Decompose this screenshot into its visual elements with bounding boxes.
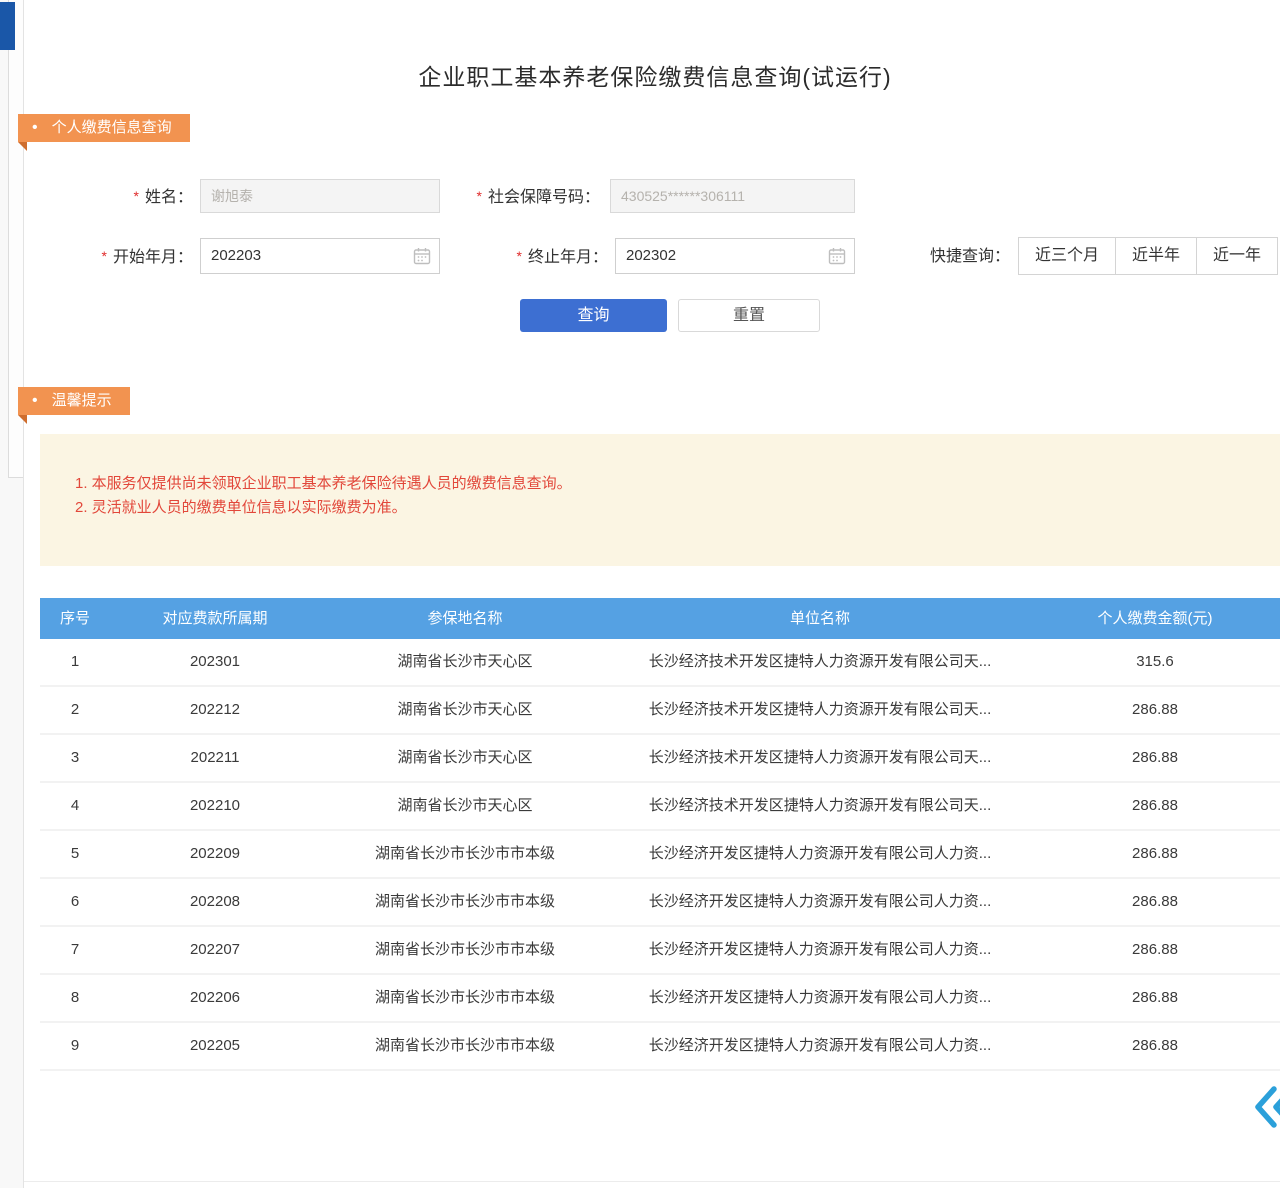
collapse-double-chevron-icon[interactable]: [1252, 1084, 1280, 1130]
name-label: *姓名：: [60, 178, 193, 214]
table-row: 8 202206 湖南省长沙市长沙市市本级 长沙经济开发区捷特人力资源开发有限公…: [40, 975, 1280, 1023]
cell-amount: 286.88: [1030, 879, 1280, 925]
calendar-icon[interactable]: [828, 247, 846, 265]
cell-unit-name: 长沙经济技术开发区捷特人力资源开发有限公司天...: [610, 735, 1030, 781]
calendar-icon[interactable]: [413, 247, 431, 265]
quick-btn-half-year[interactable]: 近半年: [1115, 237, 1197, 275]
cell-seq: 1: [40, 639, 110, 685]
badge-label: 个人缴费信息查询: [52, 119, 172, 136]
cell-insured-place: 湖南省长沙市长沙市市本级: [320, 927, 610, 973]
page-title: 企业职工基本养老保险缴费信息查询(试运行): [30, 58, 1280, 92]
cell-unit-name: 长沙经济技术开发区捷特人力资源开发有限公司天...: [610, 783, 1030, 829]
cell-period: 202206: [110, 975, 320, 1021]
header-seq: 序号: [40, 598, 110, 639]
required-mark: *: [517, 248, 522, 264]
cell-period: 202210: [110, 783, 320, 829]
table-row: 6 202208 湖南省长沙市长沙市市本级 长沙经济开发区捷特人力资源开发有限公…: [40, 879, 1280, 927]
tip-line: 2. 灵活就业人员的缴费单位信息以实际缴费为准。: [75, 496, 1280, 520]
tip-line: 1. 本服务仅提供尚未领取企业职工基本养老保险待遇人员的缴费信息查询。: [75, 472, 1280, 496]
table-header-row: 序号 对应费款所属期 参保地名称 单位名称 个人缴费金额(元): [40, 598, 1280, 639]
cell-insured-place: 湖南省长沙市天心区: [320, 639, 610, 685]
cell-amount: 286.88: [1030, 831, 1280, 877]
end-date-field[interactable]: 202302: [615, 238, 855, 274]
results-table: 序号 对应费款所属期 参保地名称 单位名称 个人缴费金额(元) 1 202301…: [40, 598, 1280, 1071]
section-badge-personal-query: • 个人缴费信息查询: [18, 114, 190, 142]
header-period: 对应费款所属期: [110, 598, 320, 639]
cell-insured-place: 湖南省长沙市长沙市市本级: [320, 975, 610, 1021]
table-row: 3 202211 湖南省长沙市天心区 长沙经济技术开发区捷特人力资源开发有限公司…: [40, 735, 1280, 783]
table-row: 5 202209 湖南省长沙市长沙市市本级 长沙经济开发区捷特人力资源开发有限公…: [40, 831, 1280, 879]
quick-btn-one-year[interactable]: 近一年: [1196, 237, 1278, 275]
cell-amount: 286.88: [1030, 1023, 1280, 1069]
reset-button[interactable]: 重置: [678, 299, 820, 332]
query-button[interactable]: 查询: [520, 299, 667, 332]
cell-insured-place: 湖南省长沙市长沙市市本级: [320, 831, 610, 877]
table-row: 1 202301 湖南省长沙市天心区 长沙经济技术开发区捷特人力资源开发有限公司…: [40, 639, 1280, 687]
sidebar-blue-tab[interactable]: [0, 2, 15, 50]
cell-period: 202208: [110, 879, 320, 925]
badge-bullet: •: [32, 114, 38, 142]
cell-unit-name: 长沙经济开发区捷特人力资源开发有限公司人力资...: [610, 975, 1030, 1021]
cell-period: 202209: [110, 831, 320, 877]
start-date-field[interactable]: 202203: [200, 238, 440, 274]
cell-period: 202212: [110, 687, 320, 733]
ssn-label: *社会保障号码：: [455, 178, 600, 214]
cell-unit-name: 长沙经济开发区捷特人力资源开发有限公司人力资...: [610, 831, 1030, 877]
cell-period: 202301: [110, 639, 320, 685]
panel-bottom-border: [24, 1181, 1280, 1182]
cell-period: 202211: [110, 735, 320, 781]
cell-seq: 6: [40, 879, 110, 925]
table-row: 2 202212 湖南省长沙市天心区 长沙经济技术开发区捷特人力资源开发有限公司…: [40, 687, 1280, 735]
ssn-field[interactable]: 430525******306111: [610, 179, 855, 213]
badge-label: 温馨提示: [52, 392, 112, 409]
cell-amount: 286.88: [1030, 735, 1280, 781]
cell-insured-place: 湖南省长沙市天心区: [320, 735, 610, 781]
cell-insured-place: 湖南省长沙市天心区: [320, 783, 610, 829]
cell-amount: 286.88: [1030, 975, 1280, 1021]
cell-unit-name: 长沙经济开发区捷特人力资源开发有限公司人力资...: [610, 927, 1030, 973]
cell-unit-name: 长沙经济开发区捷特人力资源开发有限公司人力资...: [610, 879, 1030, 925]
quick-query-group: 近三个月 近半年 近一年: [1018, 237, 1278, 275]
header-amount: 个人缴费金额(元): [1030, 598, 1280, 639]
quick-btn-last-3-months[interactable]: 近三个月: [1018, 237, 1116, 275]
end-date-label: *终止年月：: [470, 238, 608, 274]
name-field[interactable]: 谢旭泰: [200, 179, 440, 213]
cell-seq: 3: [40, 735, 110, 781]
pension-query-page: 企业职工基本养老保险缴费信息查询(试运行) • 个人缴费信息查询 *姓名： 谢旭泰…: [0, 0, 1280, 1188]
cell-insured-place: 湖南省长沙市长沙市市本级: [320, 1023, 610, 1069]
cell-period: 202207: [110, 927, 320, 973]
header-insured-place: 参保地名称: [320, 598, 610, 639]
cell-unit-name: 长沙经济技术开发区捷特人力资源开发有限公司天...: [610, 687, 1030, 733]
cell-seq: 9: [40, 1023, 110, 1069]
required-mark: *: [102, 248, 107, 264]
cell-insured-place: 湖南省长沙市长沙市市本级: [320, 879, 610, 925]
tips-panel: 1. 本服务仅提供尚未领取企业职工基本养老保险待遇人员的缴费信息查询。 2. 灵…: [40, 434, 1280, 566]
cell-seq: 2: [40, 687, 110, 733]
required-mark: *: [134, 188, 139, 204]
cell-seq: 8: [40, 975, 110, 1021]
cell-insured-place: 湖南省长沙市天心区: [320, 687, 610, 733]
cell-amount: 315.6: [1030, 639, 1280, 685]
cell-amount: 286.88: [1030, 783, 1280, 829]
header-unit-name: 单位名称: [610, 598, 1030, 639]
table-row: 9 202205 湖南省长沙市长沙市市本级 长沙经济开发区捷特人力资源开发有限公…: [40, 1023, 1280, 1071]
required-mark: *: [477, 188, 482, 204]
cell-seq: 5: [40, 831, 110, 877]
badge-bullet: •: [32, 387, 38, 415]
section-badge-tips: • 温馨提示: [18, 387, 130, 415]
start-date-label: *开始年月：: [60, 238, 193, 274]
cell-amount: 286.88: [1030, 927, 1280, 973]
cell-seq: 4: [40, 783, 110, 829]
quick-query-label: 快捷查询：: [930, 238, 1010, 276]
table-row: 4 202210 湖南省长沙市天心区 长沙经济技术开发区捷特人力资源开发有限公司…: [40, 783, 1280, 831]
cell-unit-name: 长沙经济开发区捷特人力资源开发有限公司人力资...: [610, 1023, 1030, 1069]
cell-unit-name: 长沙经济技术开发区捷特人力资源开发有限公司天...: [610, 639, 1030, 685]
cell-seq: 7: [40, 927, 110, 973]
table-body: 1 202301 湖南省长沙市天心区 长沙经济技术开发区捷特人力资源开发有限公司…: [40, 639, 1280, 1071]
cell-period: 202205: [110, 1023, 320, 1069]
table-row: 7 202207 湖南省长沙市长沙市市本级 长沙经济开发区捷特人力资源开发有限公…: [40, 927, 1280, 975]
panel-left-border: [23, 0, 24, 1188]
cell-amount: 286.88: [1030, 687, 1280, 733]
